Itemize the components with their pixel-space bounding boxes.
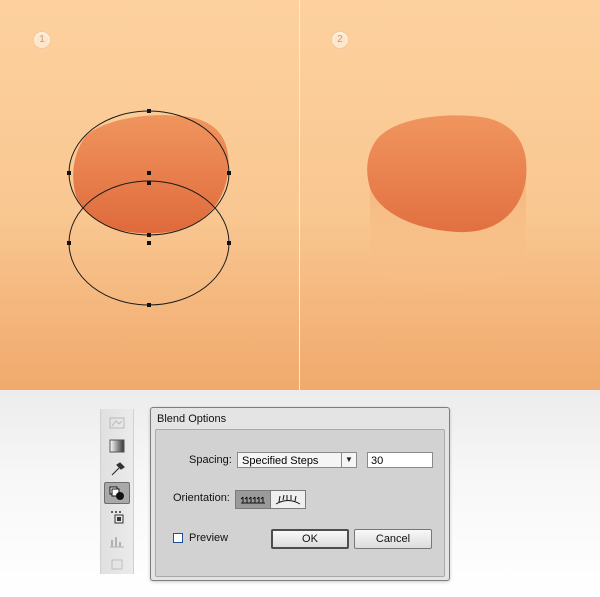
spacing-label: Spacing: (189, 454, 232, 466)
steps-input[interactable]: 30 (367, 452, 433, 468)
align-to-page-icon (240, 496, 265, 503)
dialog-title: Blend Options (157, 413, 227, 425)
eyedropper-tool-icon[interactable] (104, 459, 130, 479)
align-to-path-icon (275, 494, 301, 504)
blend-options-dialog: Blend Options Spacing: Specified Steps ▼… (150, 407, 450, 581)
symbol-tool-icon[interactable] (104, 507, 130, 527)
canvas-panel-step-2: 2 (300, 0, 600, 390)
ok-button[interactable]: OK (271, 529, 349, 549)
dialog-body: Spacing: Specified Steps ▼ 30 Orientatio… (155, 429, 445, 577)
chevron-down-icon: ▼ (341, 453, 356, 467)
orientation-label: Orientation: (173, 492, 230, 504)
preview-checkbox[interactable] (173, 533, 183, 543)
artboard-tool-icon[interactable] (104, 554, 130, 574)
canvas-panel-step-1: 1 (0, 0, 299, 390)
graph-tool-icon[interactable] (104, 531, 130, 551)
preview-label[interactable]: Preview (189, 532, 228, 544)
blend-paths-illustration (67, 109, 231, 307)
tools-panel (100, 409, 134, 574)
spacing-dropdown[interactable]: Specified Steps ▼ (237, 452, 357, 468)
blended-shape-illustration (367, 115, 527, 291)
symbol-sprayer-tool-icon[interactable] (104, 413, 130, 433)
cancel-button[interactable]: Cancel (354, 529, 432, 549)
align-to-page-button[interactable] (235, 490, 271, 509)
spacing-dropdown-value: Specified Steps (242, 455, 319, 467)
align-to-path-button[interactable] (270, 490, 306, 509)
gradient-tool-icon[interactable] (104, 436, 130, 456)
blend-tool-icon[interactable] (104, 482, 130, 504)
